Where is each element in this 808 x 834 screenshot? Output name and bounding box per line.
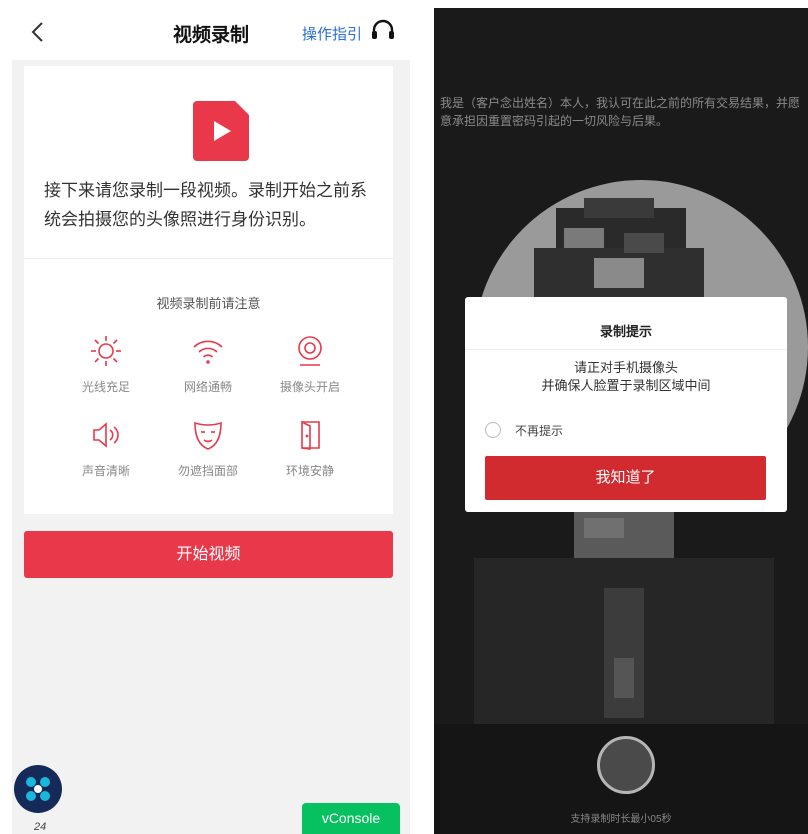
vconsole-button[interactable]: vConsole: [302, 803, 400, 834]
condition-network: 网络通畅: [158, 334, 258, 395]
intro-card: 接下来请您录制一段视频。录制开始之前系 统会拍摄您的头像照进行身份识别。 视频录…: [24, 66, 393, 514]
video-intro-screen: 视频录制 操作指引 接下来请您录制一段视频。录制开始之前系 统会拍摄您的头像照进…: [12, 0, 410, 834]
condition-label: 摄像头开启: [279, 380, 340, 394]
condition-light: 光线充足: [56, 334, 156, 395]
condition-label: 光线充足: [81, 380, 130, 394]
got-it-button[interactable]: 我知道了: [485, 456, 766, 500]
condition-label: 环境安静: [285, 464, 334, 478]
record-duration-hint: 支持录制时长最小05秒: [570, 814, 672, 825]
condition-sound: 声音清晰: [56, 418, 156, 479]
top-nav-bar: 视频录制 操作指引: [12, 0, 410, 60]
notice-title: 视频录制前请注意: [156, 296, 261, 311]
intro-text: 接下来请您录制一段视频。录制开始之前系 统会拍摄您的头像照进行身份识别。: [44, 176, 378, 234]
recording-tip-dialog: 录制提示 请正对手机摄像头 并确保人脸置于录制区域中间 不再提示 我知道了: [465, 297, 787, 512]
intro-line-2: 统会拍摄您的头像照进行身份识别。: [44, 210, 316, 229]
wifi-icon: [193, 340, 223, 364]
dialog-message-line-1: 请正对手机摄像头: [573, 360, 678, 375]
operation-guide-link[interactable]: 操作指引: [302, 23, 362, 44]
sun-icon: [91, 336, 121, 366]
face-mask-icon: [194, 421, 222, 450]
condition-label: 勿遮挡面部: [177, 464, 238, 478]
door-icon: [301, 420, 320, 450]
reading-statement: 我是（客户念出姓名）本人，我认可在此之前的所有交易结果，并愿意承担因重置密码引起…: [440, 96, 801, 128]
condition-label: 声音清晰: [81, 464, 130, 478]
dont-show-again-radio[interactable]: [485, 422, 501, 438]
divider: [24, 258, 393, 259]
app-badge-number: 24: [34, 821, 47, 833]
condition-camera: 摄像头开启: [260, 334, 360, 395]
condition-face: 勿遮挡面部: [158, 418, 258, 479]
record-button[interactable]: [597, 736, 655, 794]
dialog-divider: [465, 349, 787, 350]
camera-icon: [298, 336, 322, 366]
app-logo-icon: [26, 777, 50, 801]
headset-icon[interactable]: [370, 18, 396, 44]
intro-line-1: 接下来请您录制一段视频。录制开始之前系: [44, 181, 367, 200]
dont-show-again-label[interactable]: 不再提示: [515, 422, 563, 439]
condition-label: 网络通畅: [183, 380, 232, 394]
recording-screen: 我是（客户念出姓名）本人，我认可在此之前的所有交易结果，并愿意承担因重置密码引起…: [434, 8, 808, 834]
speaker-icon: [93, 422, 119, 448]
video-file-icon: [193, 101, 249, 161]
start-video-button[interactable]: 开始视频: [24, 531, 393, 578]
floating-app-logo[interactable]: [14, 765, 62, 813]
dialog-message-line-2: 并确保人脸置于录制区域中间: [541, 378, 711, 393]
condition-quiet: 环境安静: [260, 418, 360, 479]
dialog-title: 录制提示: [599, 324, 652, 339]
